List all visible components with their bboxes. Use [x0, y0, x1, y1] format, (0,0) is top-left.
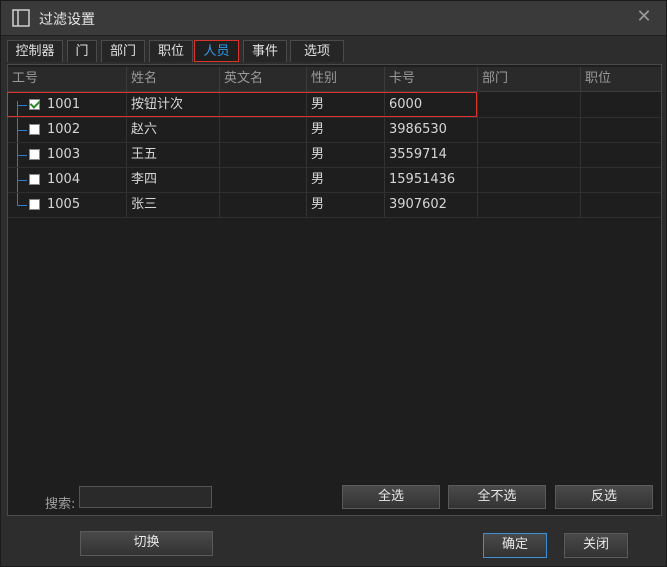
cell-card-no: 3907602: [385, 193, 478, 217]
tab-department[interactable]: 部门: [101, 40, 145, 62]
filter-settings-window: 过滤设置 ✕ 控制器 门 部门 职位 人员 事件 选项 工号 姓名 英文名 性别…: [0, 0, 667, 567]
cell-english-name: [220, 193, 307, 217]
tab-door[interactable]: 门: [67, 40, 97, 62]
cell-gender: 男: [307, 143, 385, 167]
column-header-position[interactable]: 职位: [581, 67, 661, 91]
cell-id: 1002: [43, 118, 127, 142]
cell-english-name: [220, 168, 307, 192]
ok-button[interactable]: 确定: [483, 533, 547, 558]
cell-id: 1005: [43, 193, 127, 217]
table-row[interactable]: 1001 按钮计次 男 6000: [8, 93, 661, 118]
tab-event[interactable]: 事件: [243, 40, 287, 62]
tree-connector: [17, 205, 27, 206]
cell-department: [478, 118, 581, 142]
tree-connector: [17, 155, 27, 156]
cell-department: [478, 143, 581, 167]
cell-card-no: 6000: [385, 93, 478, 117]
column-header-name[interactable]: 姓名: [127, 67, 220, 91]
cell-name: 李四: [127, 168, 220, 192]
tab-controller[interactable]: 控制器: [7, 40, 63, 62]
cell-english-name: [220, 118, 307, 142]
tab-strip: 控制器 门 部门 职位 人员 事件 选项: [7, 38, 662, 64]
cell-position: [581, 118, 661, 142]
close-icon[interactable]: ✕: [634, 7, 654, 27]
app-window-icon: [12, 9, 30, 27]
cell-name: 张三: [127, 193, 220, 217]
cell-card-no: 3986530: [385, 118, 478, 142]
cell-id: 1003: [43, 143, 127, 167]
cell-gender: 男: [307, 93, 385, 117]
tree-connector: [17, 105, 27, 106]
select-all-button[interactable]: 全选: [342, 485, 440, 509]
cell-position: [581, 93, 661, 117]
cell-id: 1004: [43, 168, 127, 192]
tab-options[interactable]: 选项: [290, 40, 344, 62]
cell-english-name: [220, 143, 307, 167]
title-bar: 过滤设置 ✕: [1, 1, 666, 36]
column-header-id[interactable]: 工号: [8, 67, 127, 91]
tab-position[interactable]: 职位: [149, 40, 193, 62]
row-checkbox[interactable]: [29, 99, 40, 110]
tab-personnel[interactable]: 人员: [194, 40, 239, 62]
row-checkbox[interactable]: [29, 174, 40, 185]
search-label: 搜索:: [45, 497, 76, 512]
switch-button[interactable]: 切换: [80, 531, 213, 556]
tree-connector: [17, 130, 27, 131]
table-row[interactable]: 1004 李四 男 15951436: [8, 168, 661, 193]
cell-department: [478, 168, 581, 192]
column-header-card-no[interactable]: 卡号: [385, 67, 478, 91]
column-header-english-name[interactable]: 英文名: [220, 67, 307, 91]
cell-gender: 男: [307, 193, 385, 217]
cell-position: [581, 143, 661, 167]
search-input[interactable]: [79, 486, 212, 508]
tree-connector: [17, 180, 27, 181]
cell-gender: 男: [307, 168, 385, 192]
personnel-panel: 工号 姓名 英文名 性别 卡号 部门 职位 1001 按钮计次 男 6000 1…: [7, 64, 662, 516]
column-header-gender[interactable]: 性别: [307, 67, 385, 91]
cell-gender: 男: [307, 118, 385, 142]
table-row[interactable]: 1005 张三 男 3907602: [8, 193, 661, 218]
table-row[interactable]: 1003 王五 男 3559714: [8, 143, 661, 168]
cell-department: [478, 93, 581, 117]
row-checkbox[interactable]: [29, 124, 40, 135]
cell-position: [581, 168, 661, 192]
close-button[interactable]: 关闭: [564, 533, 628, 558]
cell-name: 按钮计次: [127, 93, 220, 117]
table-row[interactable]: 1002 赵六 男 3986530: [8, 118, 661, 143]
cell-id: 1001: [43, 93, 127, 117]
cell-card-no: 3559714: [385, 143, 478, 167]
cell-name: 王五: [127, 143, 220, 167]
cell-name: 赵六: [127, 118, 220, 142]
column-header-department[interactable]: 部门: [478, 67, 581, 91]
row-checkbox[interactable]: [29, 199, 40, 210]
select-none-button[interactable]: 全不选: [448, 485, 546, 509]
cell-position: [581, 193, 661, 217]
table-header: 工号 姓名 英文名 性别 卡号 部门 职位: [8, 67, 661, 92]
cell-card-no: 15951436: [385, 168, 478, 192]
cell-english-name: [220, 93, 307, 117]
invert-selection-button[interactable]: 反选: [555, 485, 653, 509]
window-title: 过滤设置: [39, 12, 95, 28]
row-checkbox[interactable]: [29, 149, 40, 160]
cell-department: [478, 193, 581, 217]
